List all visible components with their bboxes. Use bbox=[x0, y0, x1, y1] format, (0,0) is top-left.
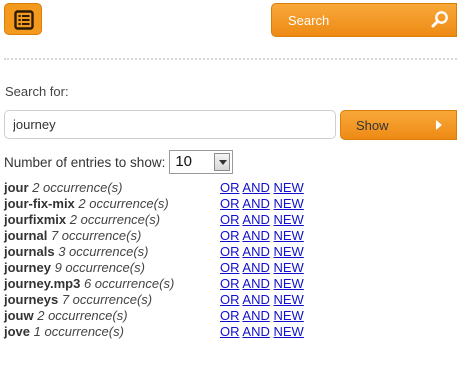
result-term: journey bbox=[4, 260, 51, 275]
result-count: 7 occurrence(s) bbox=[50, 228, 142, 243]
list-item: jove 1 occurrence(s) OR AND NEW bbox=[4, 324, 334, 340]
result-count: 3 occurrence(s) bbox=[58, 244, 149, 259]
and-link[interactable]: AND bbox=[242, 180, 269, 195]
and-link[interactable]: AND bbox=[242, 228, 269, 243]
divider bbox=[4, 58, 457, 60]
chevron-down-icon[interactable] bbox=[214, 153, 231, 171]
or-link[interactable]: OR bbox=[220, 260, 240, 275]
list-item: journey.mp3 6 occurrence(s) OR AND NEW bbox=[4, 276, 334, 292]
and-link[interactable]: AND bbox=[242, 196, 269, 211]
results-list: jour 2 occurrence(s) OR AND NEW jour-fix… bbox=[4, 180, 334, 340]
search-for-label: Search for: bbox=[5, 84, 69, 99]
result-term: journals bbox=[4, 244, 55, 259]
and-link[interactable]: AND bbox=[242, 244, 269, 259]
top-search-button[interactable]: Search bbox=[271, 3, 457, 37]
list-item: jour 2 occurrence(s) OR AND NEW bbox=[4, 180, 334, 196]
new-link[interactable]: NEW bbox=[273, 180, 303, 195]
new-link[interactable]: NEW bbox=[273, 244, 303, 259]
entries-select-value: 10 bbox=[175, 153, 193, 170]
result-term: jourfixmix bbox=[4, 212, 67, 227]
new-link[interactable]: NEW bbox=[273, 292, 303, 307]
result-count: 6 occurrence(s) bbox=[83, 276, 175, 291]
new-link[interactable]: NEW bbox=[273, 276, 303, 291]
and-link[interactable]: AND bbox=[242, 212, 269, 227]
new-link[interactable]: NEW bbox=[273, 212, 303, 227]
or-link[interactable]: OR bbox=[220, 180, 240, 195]
or-link[interactable]: OR bbox=[220, 276, 240, 291]
and-link[interactable]: AND bbox=[242, 308, 269, 323]
show-button[interactable]: Show bbox=[340, 110, 457, 140]
or-link[interactable]: OR bbox=[220, 196, 240, 211]
result-count: 9 occurrence(s) bbox=[54, 260, 145, 275]
list-item: jouw 2 occurrence(s) OR AND NEW bbox=[4, 308, 334, 324]
entries-label: Number of entries to show: bbox=[4, 154, 166, 170]
or-link[interactable]: OR bbox=[220, 308, 240, 323]
list-item: journey 9 occurrence(s) OR AND NEW bbox=[4, 260, 334, 276]
or-link[interactable]: OR bbox=[220, 244, 240, 259]
result-term: jour-fix-mix bbox=[4, 196, 75, 211]
list-item: journal 7 occurrence(s) OR AND NEW bbox=[4, 228, 334, 244]
list-item: jourfixmix 2 occurrence(s) OR AND NEW bbox=[4, 212, 334, 228]
list-item: jour-fix-mix 2 occurrence(s) OR AND NEW bbox=[4, 196, 334, 212]
entries-control: Number of entries to show: 10 bbox=[4, 150, 234, 174]
new-link[interactable]: NEW bbox=[273, 308, 303, 323]
or-link[interactable]: OR bbox=[220, 228, 240, 243]
and-link[interactable]: AND bbox=[242, 324, 269, 339]
result-count: 7 occurrence(s) bbox=[61, 292, 153, 307]
or-link[interactable]: OR bbox=[220, 292, 240, 307]
new-link[interactable]: NEW bbox=[273, 260, 303, 275]
new-link[interactable]: NEW bbox=[273, 324, 303, 339]
arrow-right-icon bbox=[436, 120, 442, 130]
result-term: jouw bbox=[4, 308, 34, 323]
result-term: journey.mp3 bbox=[4, 276, 81, 291]
new-link[interactable]: NEW bbox=[273, 196, 303, 211]
new-link[interactable]: NEW bbox=[273, 228, 303, 243]
list-icon bbox=[14, 10, 34, 30]
menu-button[interactable] bbox=[4, 3, 42, 35]
and-link[interactable]: AND bbox=[242, 292, 269, 307]
and-link[interactable]: AND bbox=[242, 276, 269, 291]
result-term: journal bbox=[4, 228, 48, 243]
result-term: jove bbox=[4, 324, 31, 339]
result-count: 2 occurrence(s) bbox=[69, 212, 161, 227]
magnifier-icon bbox=[431, 11, 448, 28]
list-item: journals 3 occurrence(s) OR AND NEW bbox=[4, 244, 334, 260]
result-count: 2 occurrence(s) bbox=[78, 196, 169, 211]
result-count: 2 occurrence(s) bbox=[37, 308, 128, 323]
show-button-label: Show bbox=[356, 118, 389, 133]
result-count: 2 occurrence(s) bbox=[32, 180, 123, 195]
or-link[interactable]: OR bbox=[220, 324, 240, 339]
or-link[interactable]: OR bbox=[220, 212, 240, 227]
result-term: journeys bbox=[4, 292, 59, 307]
list-item: journeys 7 occurrence(s) OR AND NEW bbox=[4, 292, 334, 308]
and-link[interactable]: AND bbox=[242, 260, 269, 275]
result-term: jour bbox=[4, 180, 29, 195]
search-input[interactable] bbox=[4, 110, 336, 139]
result-count: 1 occurrence(s) bbox=[33, 324, 124, 339]
top-search-label: Search bbox=[288, 13, 330, 28]
entries-select[interactable]: 10 bbox=[169, 150, 234, 174]
